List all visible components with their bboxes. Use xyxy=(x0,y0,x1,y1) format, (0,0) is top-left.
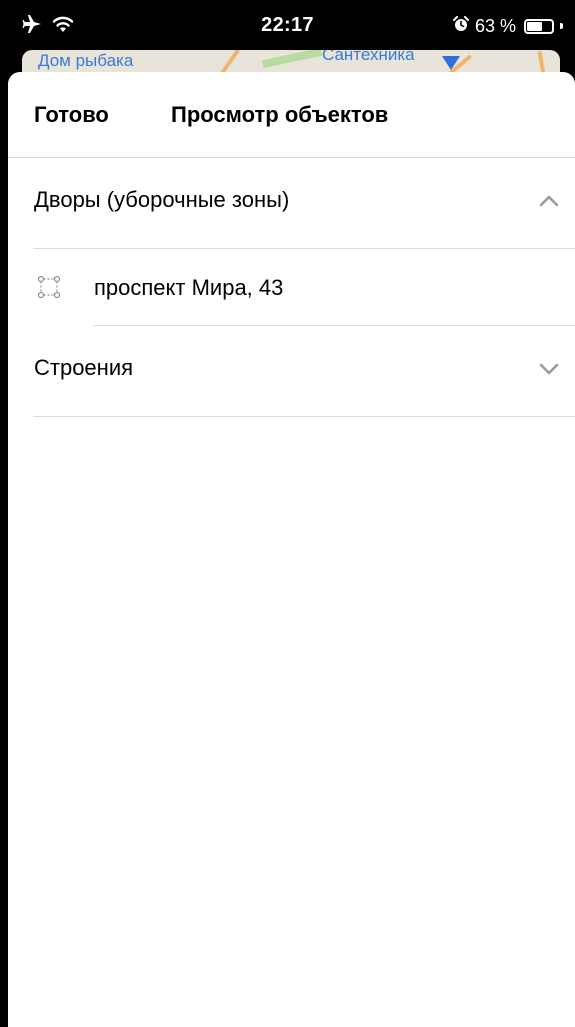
status-bar: 22:17 63 % xyxy=(0,0,575,50)
status-right-icons: 63 % xyxy=(452,14,563,38)
section-buildings[interactable]: Строения xyxy=(33,326,575,417)
battery-nub xyxy=(560,23,563,29)
list-item-label: проспект Мира, 43 xyxy=(94,275,284,300)
done-button[interactable]: Готово xyxy=(34,102,109,128)
objects-sheet: Готово Просмотр объектов Дворы (уборочны… xyxy=(8,72,575,1027)
map-label-plumbing[interactable]: Сантехника xyxy=(322,50,415,65)
section-buildings-label: Строения xyxy=(34,355,134,380)
map-park-area xyxy=(261,50,323,69)
battery-icon xyxy=(524,18,554,34)
map-label-fisher-house[interactable]: Дом рыбака xyxy=(38,51,133,71)
battery-percent: 63 % xyxy=(474,15,516,36)
alarm-icon xyxy=(452,15,469,37)
section-yards[interactable]: Дворы (уборочные зоны) xyxy=(33,158,575,249)
chevron-up-icon[interactable] xyxy=(539,194,559,208)
map-pin-icon[interactable] xyxy=(442,56,460,70)
chevron-down-icon[interactable] xyxy=(539,362,559,376)
list-item-yard[interactable]: проспект Мира, 43 xyxy=(33,249,575,326)
sheet-title: Просмотр объектов xyxy=(171,102,389,127)
area-polygon-icon xyxy=(37,275,61,299)
battery-level xyxy=(527,21,542,31)
section-yards-label: Дворы (уборочные зоны) xyxy=(34,187,290,212)
sheet-header: Готово Просмотр объектов xyxy=(8,72,575,158)
